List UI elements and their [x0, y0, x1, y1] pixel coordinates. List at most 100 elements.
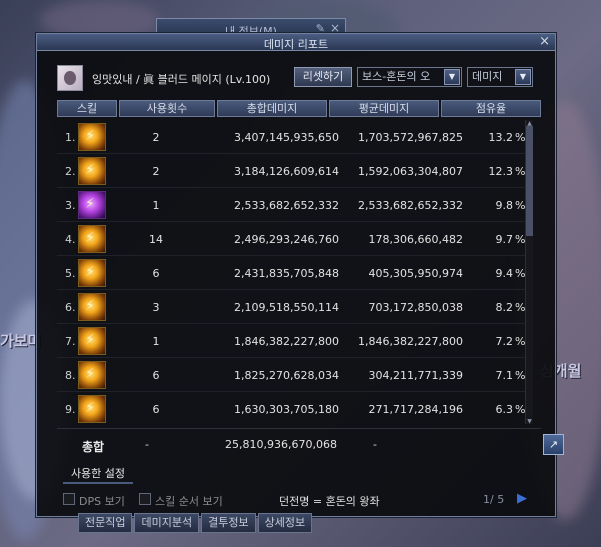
total-average: - [373, 438, 377, 451]
share-value: 7.2 [495, 335, 514, 348]
tab-duel-info[interactable]: 결투정보 [201, 513, 256, 533]
percent-sign: % [515, 131, 526, 144]
chevron-down-icon[interactable]: ▼ [444, 69, 460, 85]
character-name: 잉맛있내 / 眞 블러드 메이지 (Lv.100) [92, 73, 271, 86]
share-value: 13.2 [488, 131, 514, 144]
scroll-thumb[interactable] [526, 126, 533, 236]
use-count: 2 [152, 165, 160, 178]
damage-report-window: 데미지 리포트 × 잉맛있내 / 眞 블러드 메이지 (Lv.100) 리셋하기… [36, 33, 564, 517]
tab-damage-analysis[interactable]: 데미지분석 [134, 513, 200, 533]
average-damage: 1,846,382,227,800 [358, 335, 463, 348]
tab-detail-info[interactable]: 상세정보 [257, 513, 313, 533]
total-damage: 2,431,835,705,848 [234, 267, 339, 280]
rank: 8. [65, 369, 76, 382]
column-count[interactable]: 사용횟수 [119, 100, 215, 117]
type-select-value: 데미지 [472, 70, 503, 83]
total-damage-sum: 25,810,936,670,068 [225, 438, 337, 451]
share-value: 9.4 [495, 267, 514, 280]
window-title: 데미지 리포트 [263, 38, 329, 51]
use-count: 14 [149, 233, 163, 246]
share-value: 9.8 [495, 199, 514, 212]
rank: 6. [65, 301, 76, 314]
table-row: 2. 2 3,184,126,609,614 1,592,063,304,807… [57, 154, 533, 188]
skill-icon [78, 225, 106, 253]
percent-sign: % [515, 165, 526, 178]
dps-checkbox[interactable] [63, 493, 75, 505]
use-count: 6 [152, 267, 160, 280]
average-damage: 178,306,660,482 [368, 233, 463, 246]
total-row: 총합 - 25,810,936,670,068 - ↗ [57, 428, 564, 458]
total-label: 총합 [82, 440, 105, 454]
average-damage: 271,717,284,196 [368, 403, 463, 416]
share-value: 12.3 [488, 165, 514, 178]
share-value: 6.3 [495, 403, 514, 416]
skill-icon [78, 157, 106, 185]
tab-used-settings[interactable]: 사용한 설정 [63, 464, 133, 484]
column-total[interactable]: 총합데미지 [217, 100, 327, 117]
total-damage: 2,109,518,550,114 [234, 301, 339, 314]
close-button[interactable]: × [539, 34, 550, 49]
skill-order-label: 스킬 순서 보기 [155, 495, 223, 508]
average-damage: 703,172,850,038 [368, 301, 463, 314]
average-damage: 1,592,063,304,807 [358, 165, 463, 178]
dps-label: DPS 보기 [79, 495, 125, 508]
total-damage: 3,407,145,935,650 [234, 131, 339, 144]
column-share[interactable]: 점유율 [441, 100, 541, 117]
percent-sign: % [515, 233, 526, 246]
total-damage: 2,533,682,652,332 [234, 199, 339, 212]
table-header: 스킬 사용횟수 총합데미지 평균데미지 점유율 [57, 100, 541, 117]
table-scrollbar[interactable]: ▲ ▼ [525, 120, 533, 425]
total-damage: 1,630,303,705,180 [234, 403, 339, 416]
dungeon-name: 던전명 = 혼돈의 왕좌 [279, 495, 380, 508]
character-avatar [57, 65, 83, 91]
use-count: 1 [152, 335, 160, 348]
skill-icon [78, 123, 106, 151]
table-row: 1. 2 3,407,145,935,650 1,703,572,967,825… [57, 120, 533, 154]
dungeon-select[interactable]: 보스-혼돈의 오 ▼ [357, 67, 462, 87]
skill-icon [78, 259, 106, 287]
table-row: 9. 6 1,630,303,705,180 271,717,284,196 6… [57, 392, 533, 424]
share-value: 8.2 [495, 301, 514, 314]
skill-table: 1. 2 3,407,145,935,650 1,703,572,967,825… [57, 120, 533, 424]
page-indicator: 1/ 5 [483, 493, 505, 506]
next-page-icon[interactable]: ▶ [517, 491, 527, 506]
skill-icon [78, 293, 106, 321]
type-select[interactable]: 데미지 ▼ [467, 67, 533, 87]
average-damage: 304,211,771,339 [368, 369, 463, 382]
percent-sign: % [515, 369, 526, 382]
skill-icon [78, 191, 106, 219]
skill-icon [78, 327, 106, 355]
share-value: 7.1 [495, 369, 514, 382]
chevron-down-icon[interactable]: ▼ [515, 69, 531, 85]
scroll-down-icon[interactable]: ▼ [526, 418, 533, 425]
share-icon[interactable]: ↗ [543, 434, 564, 455]
total-damage: 1,846,382,227,800 [234, 335, 339, 348]
title-bar[interactable]: 데미지 리포트 × [37, 34, 555, 51]
total-damage: 3,184,126,609,614 [234, 165, 339, 178]
table-row: 3. 1 2,533,682,652,332 2,533,682,652,332… [57, 188, 533, 222]
percent-sign: % [515, 199, 526, 212]
rank: 3. [65, 199, 76, 212]
total-damage: 2,496,293,246,760 [234, 233, 339, 246]
average-damage: 405,305,950,974 [368, 267, 463, 280]
tab-profession[interactable]: 전문직업 [78, 513, 133, 533]
skill-icon [78, 361, 106, 389]
rank: 7. [65, 335, 76, 348]
rank: 5. [65, 267, 76, 280]
average-damage: 1,703,572,967,825 [358, 131, 463, 144]
use-count: 6 [152, 403, 160, 416]
skill-icon [78, 395, 106, 423]
percent-sign: % [515, 403, 526, 416]
column-skill[interactable]: 스킬 [57, 100, 117, 117]
table-row: 4. 14 2,496,293,246,760 178,306,660,482 … [57, 222, 533, 256]
dungeon-select-value: 보스-혼돈의 오 [362, 70, 431, 83]
total-count: - [145, 438, 149, 451]
column-average[interactable]: 평균데미지 [329, 100, 439, 117]
share-value: 9.7 [495, 233, 514, 246]
reset-button[interactable]: 리셋하기 [294, 67, 352, 87]
total-damage: 1,825,270,628,034 [234, 369, 339, 382]
table-row: 6. 3 2,109,518,550,114 703,172,850,038 8… [57, 290, 533, 324]
use-count: 3 [152, 301, 160, 314]
skill-order-checkbox[interactable] [139, 493, 151, 505]
rank: 1. [65, 131, 76, 144]
